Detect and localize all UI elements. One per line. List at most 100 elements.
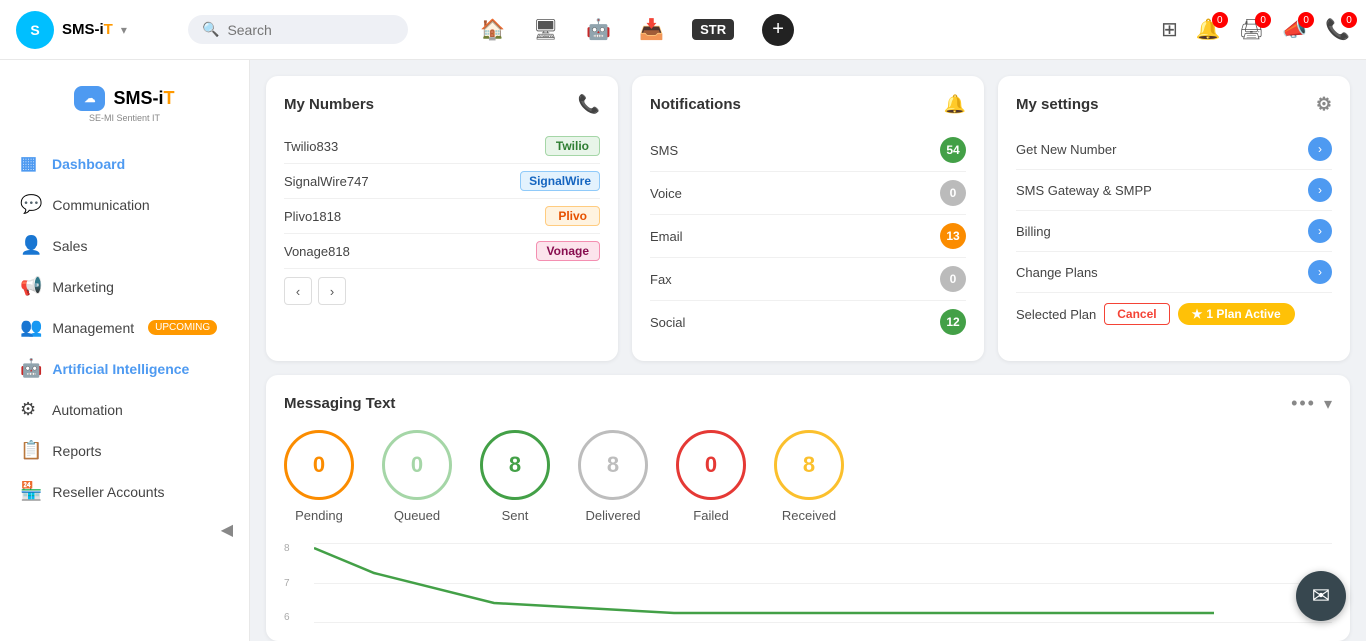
brand-area: S SMS-iT ▾ [16, 11, 176, 49]
sidebar-item-label: Automation [52, 402, 123, 418]
settings-arrow-number[interactable]: › [1308, 137, 1332, 161]
str-badge[interactable]: STR [692, 19, 734, 40]
sidebar-item-dashboard[interactable]: ▦ Dashboard [0, 143, 249, 184]
stat-received: 8 Received [774, 430, 844, 523]
sidebar-item-reseller[interactable]: 🏪 Reseller Accounts [0, 471, 249, 512]
plus-button[interactable]: + [762, 14, 794, 46]
marketing-icon: 📢 [20, 276, 42, 297]
notif-count-fax: 0 [940, 266, 966, 292]
messaging-header: Messaging Text ••• ▾ [284, 393, 1332, 414]
settings-arrow-billing[interactable]: › [1308, 219, 1332, 243]
grid-icon[interactable]: ⊞ [1161, 17, 1178, 42]
star-icon: ★ [1192, 307, 1203, 321]
chat-widget[interactable]: ✉ [1296, 571, 1346, 621]
next-arrow-button[interactable]: › [318, 277, 346, 305]
inbox-icon[interactable]: 📥 [639, 17, 664, 42]
cancel-plan-button[interactable]: Cancel [1104, 303, 1169, 325]
notifications-title: Notifications 🔔 [650, 94, 966, 115]
y-label-8: 8 [284, 543, 290, 554]
prev-arrow-button[interactable]: ‹ [284, 277, 312, 305]
sidebar-item-ai[interactable]: 🤖 Artificial Intelligence [0, 348, 249, 389]
chevron-down-button[interactable]: ▾ [1324, 394, 1332, 414]
bell-icon[interactable]: 🔔0 [1196, 17, 1221, 42]
sidebar-item-label: Artificial Intelligence [52, 361, 189, 377]
topnav-center-icons: 🏠 🖥 🤖 📥 STR + [480, 14, 794, 46]
settings-row-change-plans: Change Plans › [1016, 252, 1332, 293]
sidebar-item-sales[interactable]: 👤 Sales [0, 225, 249, 266]
stat-delivered: 8 Delivered [578, 430, 648, 523]
stat-queued: 0 Queued [382, 430, 452, 523]
notif-row-social: Social 12 [650, 301, 966, 343]
stat-circle-failed: 0 [676, 430, 746, 500]
topnav: S SMS-iT ▾ 🔍 🏠 🖥 🤖 📥 STR + ⊞ 🔔0 🖨0 📣0 📞0 [0, 0, 1366, 60]
settings-arrow-change-plans[interactable]: › [1308, 260, 1332, 284]
stat-label-delivered: Delivered [586, 508, 641, 523]
megaphone-badge: 0 [1298, 12, 1314, 28]
plan-active-button[interactable]: ★ 1 Plan Active [1178, 303, 1295, 325]
sales-icon: 👤 [20, 235, 42, 256]
messaging-text-card: Messaging Text ••• ▾ 0 Pending 0 Queued … [266, 375, 1350, 641]
search-icon: 🔍 [202, 21, 219, 38]
my-settings-card: My settings ⚙ Get New Number › SMS Gatew… [998, 76, 1350, 361]
number-name: Twilio833 [284, 139, 338, 154]
cards-row: My Numbers 📞 Twilio833 Twilio SignalWire… [266, 76, 1350, 361]
stat-failed: 0 Failed [676, 430, 746, 523]
logo-text: SMS-iT [113, 88, 174, 109]
sidebar-item-label: Reseller Accounts [52, 484, 164, 500]
stat-label-pending: Pending [295, 508, 343, 523]
number-row-vonage: Vonage818 Vonage [284, 234, 600, 269]
settings-row-number: Get New Number › [1016, 129, 1332, 170]
stat-sent: 8 Sent [480, 430, 550, 523]
sidebar-item-reports[interactable]: 📋 Reports [0, 430, 249, 471]
badge-plivo: Plivo [545, 206, 600, 226]
main-content: My Numbers 📞 Twilio833 Twilio SignalWire… [250, 60, 1366, 641]
number-row-signalwire: SignalWire747 SignalWire [284, 164, 600, 199]
megaphone-icon[interactable]: 📣0 [1282, 17, 1307, 42]
brand-dropdown[interactable]: ▾ [121, 23, 127, 37]
print-icon[interactable]: 🖨0 [1239, 17, 1264, 42]
monitor-icon[interactable]: 🖥 [533, 17, 558, 42]
sidebar-item-management[interactable]: 👥 Management UPCOMING [0, 307, 249, 348]
chat-widget-icon: ✉ [1312, 583, 1330, 609]
settings-title: My settings ⚙ [1016, 94, 1332, 115]
reports-icon: 📋 [20, 440, 42, 461]
sidebar-item-communication[interactable]: 💬 Communication [0, 184, 249, 225]
notif-row-voice: Voice 0 [650, 172, 966, 215]
sidebar-collapse-button[interactable]: ◀ [0, 512, 249, 548]
stat-circle-received: 8 [774, 430, 844, 500]
notif-row-sms: SMS 54 [650, 129, 966, 172]
dots-menu-button[interactable]: ••• [1291, 393, 1316, 414]
phone-icon[interactable]: 📞0 [1325, 17, 1350, 42]
automation-icon: ⚙ [20, 399, 42, 420]
y-label-6: 6 [284, 612, 290, 623]
settings-gear-icon: ⚙ [1316, 94, 1332, 115]
robot-icon[interactable]: 🤖 [586, 17, 611, 42]
selected-plan-row: Selected Plan Cancel ★ 1 Plan Active [1016, 293, 1332, 325]
avatar[interactable]: S [16, 11, 54, 49]
messaging-actions: ••• ▾ [1291, 393, 1332, 414]
number-name: Plivo1818 [284, 209, 341, 224]
sidebar-item-marketing[interactable]: 📢 Marketing [0, 266, 249, 307]
sidebar-item-label: Management [52, 320, 134, 336]
chart-y-labels: 8 7 6 [284, 543, 290, 623]
notif-row-fax: Fax 0 [650, 258, 966, 301]
stat-label-received: Received [782, 508, 836, 523]
pagination-arrows: ‹ › [284, 277, 600, 305]
settings-arrow-sms-gateway[interactable]: › [1308, 178, 1332, 202]
sidebar-item-label: Marketing [52, 279, 113, 295]
settings-row-sms-gateway: SMS Gateway & SMPP › [1016, 170, 1332, 211]
ai-icon: 🤖 [20, 358, 42, 379]
topnav-right-icons: ⊞ 🔔0 🖨0 📣0 📞0 [1161, 17, 1350, 42]
stat-label-sent: Sent [502, 508, 529, 523]
sidebar-item-automation[interactable]: ⚙ Automation [0, 389, 249, 430]
logo-tagline: SE-MI Sentient IT [74, 113, 174, 123]
search-box[interactable]: 🔍 [188, 15, 408, 44]
my-numbers-title: My Numbers 📞 [284, 94, 600, 115]
y-label-7: 7 [284, 578, 290, 589]
home-icon[interactable]: 🏠 [480, 17, 505, 42]
selected-plan-label: Selected Plan [1016, 307, 1096, 322]
stat-pending: 0 Pending [284, 430, 354, 523]
search-input[interactable] [227, 22, 387, 38]
settings-row-billing: Billing › [1016, 211, 1332, 252]
sidebar-logo: ☁ SMS-iT SE-MI Sentient IT [0, 76, 249, 143]
